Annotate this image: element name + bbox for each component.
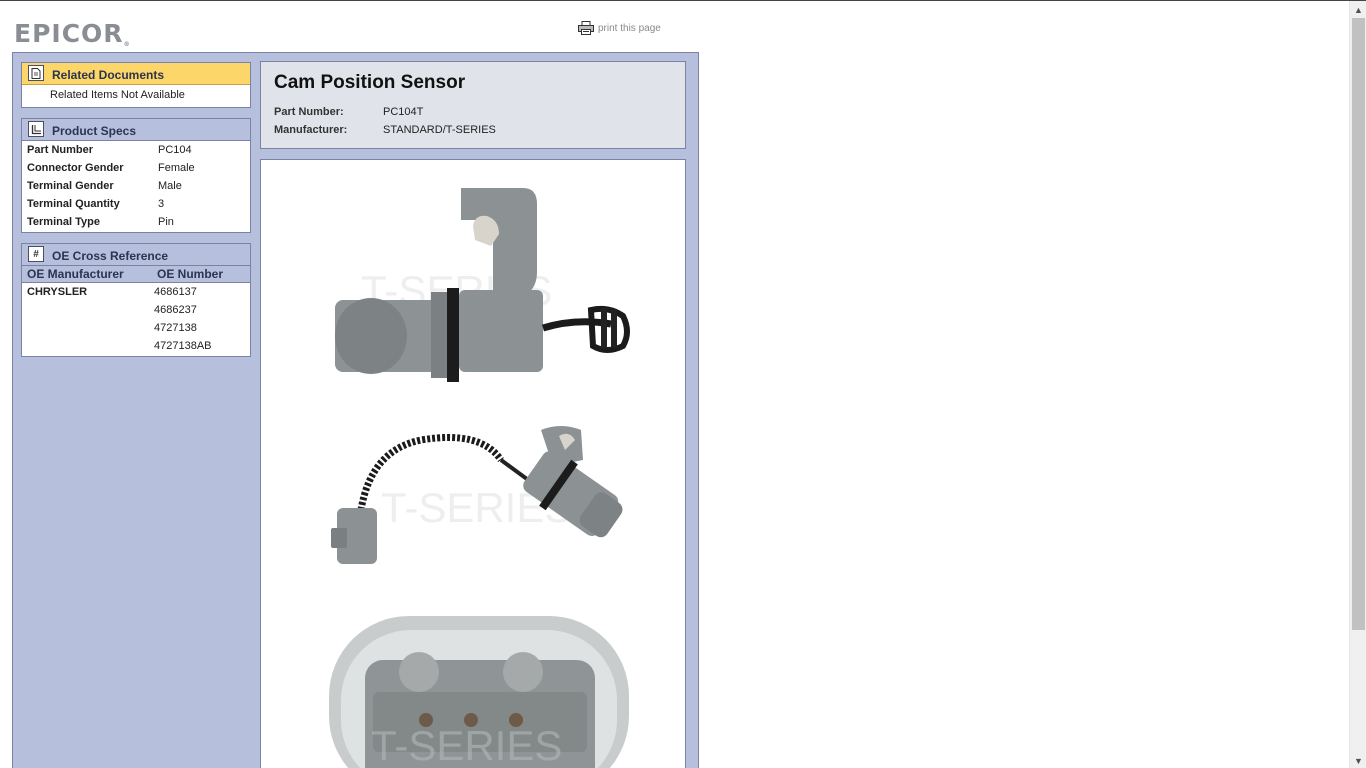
oe-cross-reference-box: # OE Cross Reference OE Manufacturer OE …: [21, 243, 251, 357]
print-page-link[interactable]: print this page: [578, 21, 661, 35]
spec-row: Terminal Quantity 3: [22, 195, 250, 213]
oe-number: 4727138AB: [154, 340, 212, 352]
spec-label: Terminal Quantity: [27, 198, 120, 210]
watermark-text: T-SERIES: [371, 722, 562, 768]
product-specs-box: Product Specs Part Number PC104 Connector…: [21, 118, 251, 233]
part-number-label: Part Number:: [274, 106, 344, 118]
oe-cross-reference-title: OE Cross Reference: [52, 249, 169, 263]
printer-icon: [578, 21, 594, 35]
oe-number: 4686237: [154, 304, 197, 316]
oe-manufacturer-column-header: OE Manufacturer: [27, 267, 124, 281]
print-page-label: print this page: [598, 22, 661, 34]
oe-row: CHRYSLER 4686137: [22, 283, 250, 301]
spec-row: Terminal Type Pin: [22, 213, 250, 231]
oe-table-header: OE Manufacturer OE Number: [22, 266, 250, 283]
hash-icon: #: [28, 246, 44, 262]
spec-row: Connector Gender Female: [22, 159, 250, 177]
sensor-side-view-image: T-SERIES: [335, 188, 630, 382]
oe-row: 4686237: [22, 301, 250, 319]
product-specs-header: Product Specs: [22, 119, 250, 141]
related-documents-box: Related Documents Related Items Not Avai…: [21, 62, 251, 108]
scroll-down-arrow-icon[interactable]: ▼: [1350, 752, 1366, 768]
spec-value: Pin: [158, 216, 174, 228]
oe-row: 4727138: [22, 319, 250, 337]
product-panel: Related Documents Related Items Not Avai…: [12, 52, 699, 768]
part-number-value: PC104T: [383, 106, 424, 118]
spec-label: Connector Gender: [27, 162, 124, 174]
epicor-logo: EPICOR®: [14, 19, 130, 48]
vertical-scrollbar[interactable]: ▲ ▼: [1349, 1, 1366, 768]
manufacturer-line: Manufacturer: STANDARD/T-SERIES: [274, 121, 672, 139]
oe-cross-reference-header: # OE Cross Reference: [22, 244, 250, 266]
spec-label: Terminal Gender: [27, 180, 114, 192]
product-title-box: Cam Position Sensor Part Number: PC104T M…: [260, 61, 686, 149]
oe-row: 4727138AB: [22, 337, 250, 355]
spec-value: Male: [158, 180, 182, 192]
document-icon: [28, 65, 44, 81]
spec-value: PC104: [158, 144, 192, 156]
part-number-line: Part Number: PC104T: [274, 103, 672, 121]
oe-manufacturer: CHRYSLER: [27, 286, 88, 298]
spec-label: Part Number: [27, 144, 94, 156]
oe-number-column-header: OE Number: [157, 267, 224, 281]
related-documents-title: Related Documents: [52, 68, 165, 82]
related-items-message: Related Items Not Available: [50, 89, 185, 101]
sensor-pigtail-image: T-SERIES: [331, 426, 623, 564]
spec-label: Terminal Type: [27, 216, 100, 228]
scroll-up-arrow-icon[interactable]: ▲: [1350, 1, 1366, 18]
product-title: Cam Position Sensor: [274, 72, 466, 93]
manufacturer-value: STANDARD/T-SERIES: [383, 124, 496, 136]
manufacturer-label: Manufacturer:: [274, 124, 348, 136]
oe-number: 4686137: [154, 286, 197, 298]
specs-icon: [28, 121, 44, 137]
scrollbar-thumb[interactable]: [1352, 18, 1365, 630]
spec-value: Female: [158, 162, 195, 174]
oe-number: 4727138: [154, 322, 197, 334]
spec-row: Terminal Gender Male: [22, 177, 250, 195]
related-documents-header: Related Documents: [22, 63, 250, 85]
spec-row: Part Number PC104: [22, 141, 250, 159]
product-image-box: T-SERIES T-SERIES: [260, 159, 686, 768]
product-specs-title: Product Specs: [52, 124, 137, 138]
product-images: T-SERIES T-SERIES: [329, 188, 630, 768]
connector-end-view-image: T-SERIES: [329, 616, 629, 768]
spec-value: 3: [158, 198, 165, 210]
